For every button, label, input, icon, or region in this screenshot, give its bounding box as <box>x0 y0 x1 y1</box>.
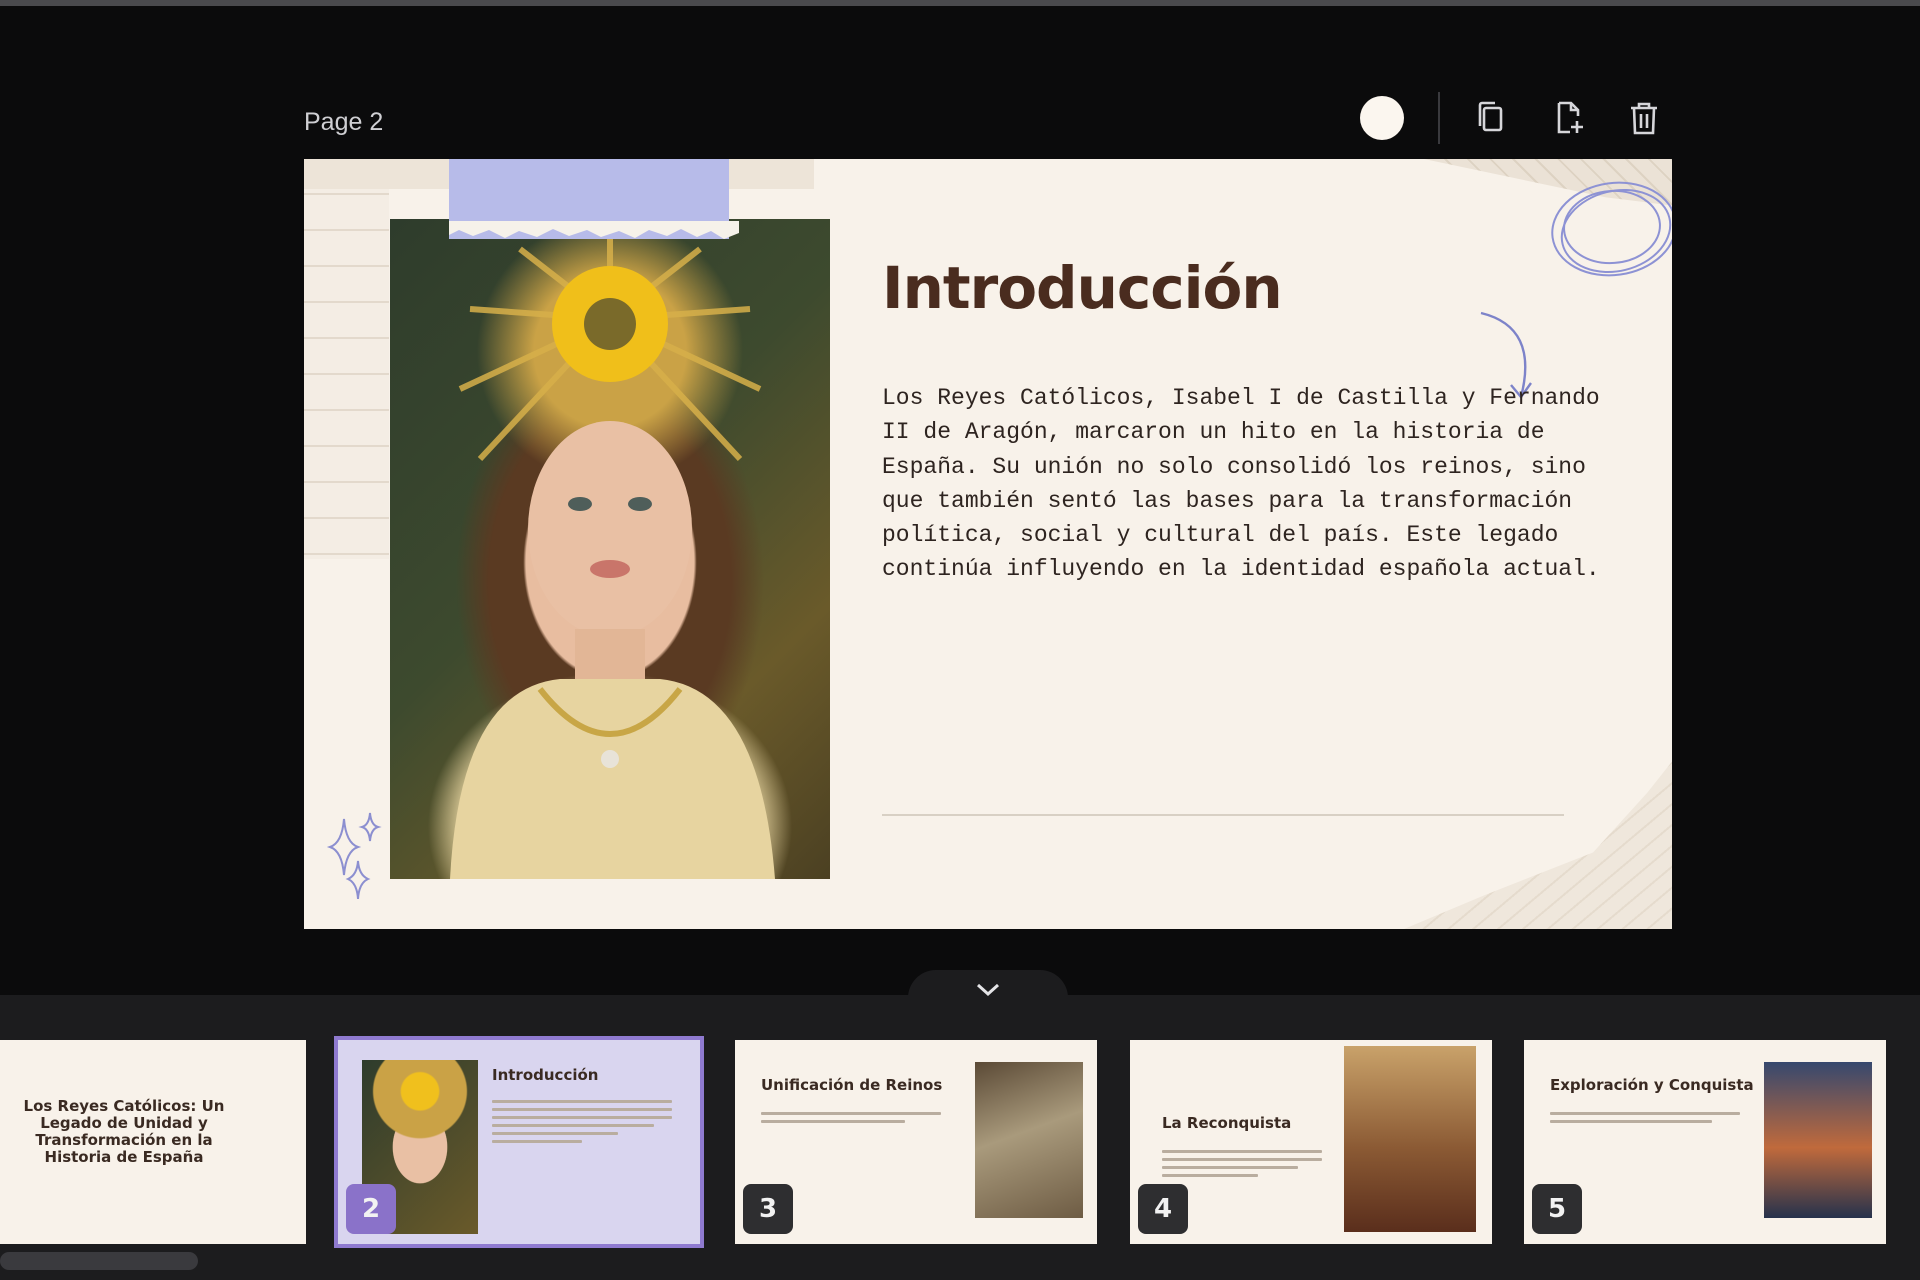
thumbnail-title: Introducción <box>492 1066 599 1084</box>
slide-number-badge: 5 <box>1532 1184 1582 1234</box>
slide-body-text[interactable]: Los Reyes Católicos, Isabel I de Castill… <box>882 381 1602 587</box>
thumbnail-text-lines <box>492 1100 672 1143</box>
collapse-tray-button[interactable] <box>908 970 1068 998</box>
page-label: Page 2 <box>304 108 384 136</box>
thumbnail-map-image <box>975 1062 1083 1218</box>
portrait-illustration <box>450 229 775 879</box>
thumbnail-text-lines <box>761 1112 941 1152</box>
toolbar-divider <box>1438 92 1440 144</box>
slide-thumbnail-2[interactable]: Introducción 2 <box>334 1036 704 1248</box>
thumbnail-title: Los Reyes Católicos: Un Legado de Unidad… <box>23 1097 225 1166</box>
slide-canvas[interactable]: Introducción Los Reyes Católicos, Isabel… <box>304 159 1672 929</box>
add-page-icon[interactable] <box>1550 98 1586 138</box>
copy-icon[interactable] <box>1474 98 1510 138</box>
slide-number-badge: 2 <box>346 1184 396 1234</box>
thumbnail-title: La Reconquista <box>1162 1114 1292 1132</box>
scribble-circle-icon <box>1551 181 1672 277</box>
chevron-down-icon <box>976 983 1000 997</box>
slide-toolbar <box>1360 92 1702 144</box>
thumbnail-text-lines <box>1550 1112 1740 1152</box>
sparkles-icon <box>326 812 382 900</box>
slide-thumbnail-3[interactable]: Unificación de Reinos 3 <box>735 1040 1097 1244</box>
thumbnail-scrollbar[interactable] <box>0 1252 198 1270</box>
slide-thumbnail-5[interactable]: Exploración y Conquista 5 <box>1524 1040 1886 1244</box>
slide-thumbnail-1[interactable]: Los Reyes Católicos: Un Legado de Unidad… <box>0 1040 306 1244</box>
slide-number-badge: 3 <box>743 1184 793 1234</box>
striped-paper-bottom <box>1404 759 1672 929</box>
lined-paper-decoration <box>304 159 389 559</box>
queen-portrait-image[interactable] <box>390 219 830 879</box>
window-top-bar <box>0 0 1920 6</box>
thumbnail-city-image <box>1344 1046 1476 1232</box>
slide-number-badge: 4 <box>1138 1184 1188 1234</box>
thumbnail-ship-image <box>1764 1062 1872 1218</box>
thumbnail-text-lines <box>1162 1150 1322 1190</box>
thumbnail-title: Unificación de Reinos <box>761 1076 943 1094</box>
background-color-swatch[interactable] <box>1360 96 1404 140</box>
slide-title[interactable]: Introducción <box>882 254 1283 322</box>
thumbnail-title: Exploración y Conquista <box>1550 1076 1754 1094</box>
slide-divider-line <box>882 814 1564 816</box>
torn-paper-edge <box>449 221 739 239</box>
slide-thumbnail-4[interactable]: La Reconquista 4 <box>1130 1040 1492 1244</box>
trash-icon[interactable] <box>1626 98 1662 138</box>
